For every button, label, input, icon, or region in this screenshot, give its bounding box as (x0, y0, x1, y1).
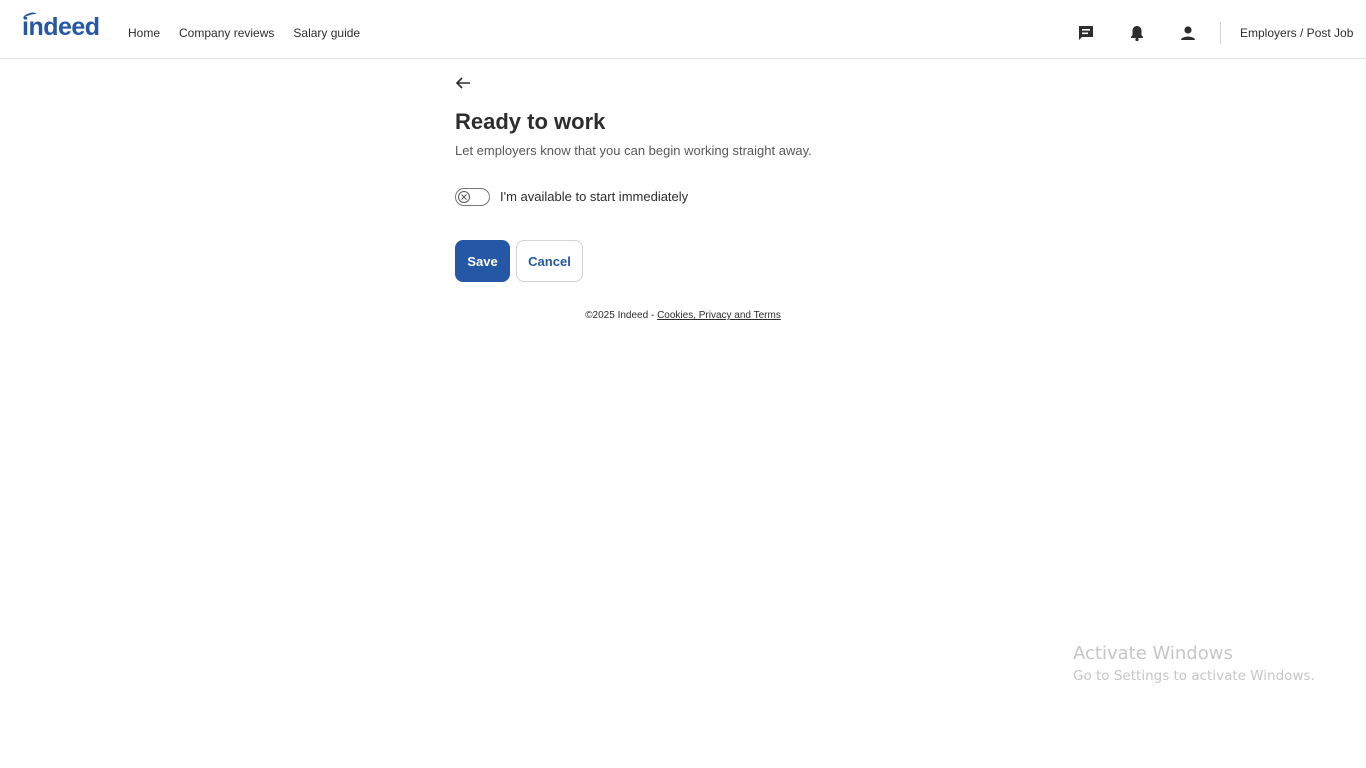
watermark-line2: Go to Settings to activate Windows. (1073, 668, 1315, 684)
nav-company-reviews[interactable]: Company reviews (179, 25, 274, 41)
employers-post-job-link[interactable]: Employers / Post Job (1240, 25, 1353, 41)
toggle-off-x-icon (458, 191, 470, 203)
top-header: indeed Home Company reviews Salary guide… (0, 0, 1366, 59)
availability-toggle-label: I'm available to start immediately (500, 189, 689, 204)
footer: ©2025 Indeed - Cookies, Privacy and Term… (0, 309, 1366, 323)
cancel-button[interactable]: Cancel (516, 240, 583, 282)
nav-home[interactable]: Home (128, 25, 160, 41)
indeed-logo[interactable]: indeed (22, 11, 100, 42)
watermark-line1: Activate Windows (1073, 643, 1233, 664)
footer-terms-link[interactable]: Cookies, Privacy and Terms (657, 310, 781, 321)
save-button[interactable]: Save (455, 240, 510, 282)
page-title: Ready to work (455, 109, 606, 134)
windows-activation-watermark: Activate Windows Go to Settings to activ… (1073, 642, 1315, 686)
page-subtitle: Let employers know that you can begin wo… (455, 143, 812, 158)
main-nav: Home Company reviews Salary guide (128, 25, 379, 41)
profile-person-icon[interactable] (1178, 23, 1198, 43)
header-divider (1220, 22, 1221, 44)
back-arrow-icon[interactable] (455, 74, 473, 92)
footer-copyright: ©2025 Indeed - (585, 310, 658, 321)
notifications-bell-icon[interactable] (1127, 23, 1147, 43)
messages-icon[interactable] (1076, 23, 1096, 43)
nav-salary-guide[interactable]: Salary guide (293, 25, 360, 41)
availability-toggle[interactable] (455, 188, 490, 206)
